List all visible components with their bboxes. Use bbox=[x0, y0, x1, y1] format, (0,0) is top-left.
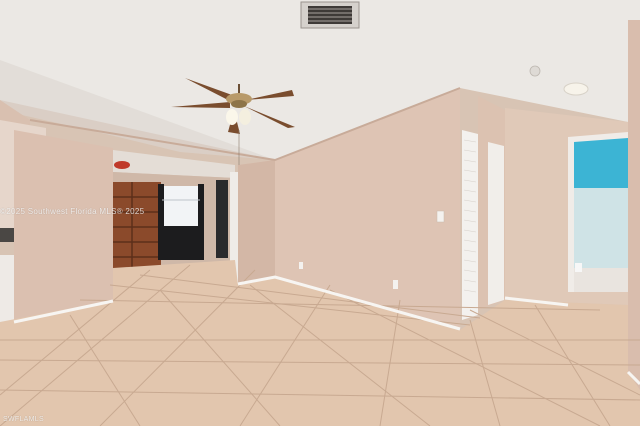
ceiling-light-icon bbox=[563, 82, 589, 96]
bathroom-wall-lower bbox=[574, 188, 628, 270]
lower-cabinet bbox=[0, 255, 14, 325]
doorway-dark bbox=[216, 180, 228, 258]
smoke-detector-icon bbox=[529, 65, 541, 77]
bookshelf bbox=[113, 182, 161, 268]
back-wall-shade bbox=[238, 160, 275, 285]
air-vent-icon bbox=[300, 1, 360, 29]
closet-door bbox=[462, 130, 478, 320]
partition-wall bbox=[14, 130, 113, 320]
curtain bbox=[160, 226, 202, 260]
curtain-left bbox=[158, 184, 164, 260]
bathroom-wall bbox=[574, 138, 628, 188]
hall-door bbox=[488, 142, 504, 305]
right-edge-wall bbox=[628, 20, 640, 390]
curtain-right bbox=[198, 184, 204, 260]
bathroom-floor bbox=[574, 268, 628, 292]
watermark-center: ©2025 Southwest Florida MLS® 2025 bbox=[0, 207, 145, 216]
outlet-2 bbox=[299, 262, 303, 269]
small-ceiling-light-icon bbox=[114, 161, 130, 169]
outlet bbox=[393, 280, 398, 289]
room-photo: ©2025 Southwest Florida MLS® 2025 SWFLAM… bbox=[0, 0, 640, 426]
watermark-corner: SWFLAMLS bbox=[3, 416, 44, 423]
light-switch bbox=[436, 210, 445, 223]
toilet bbox=[575, 263, 582, 272]
